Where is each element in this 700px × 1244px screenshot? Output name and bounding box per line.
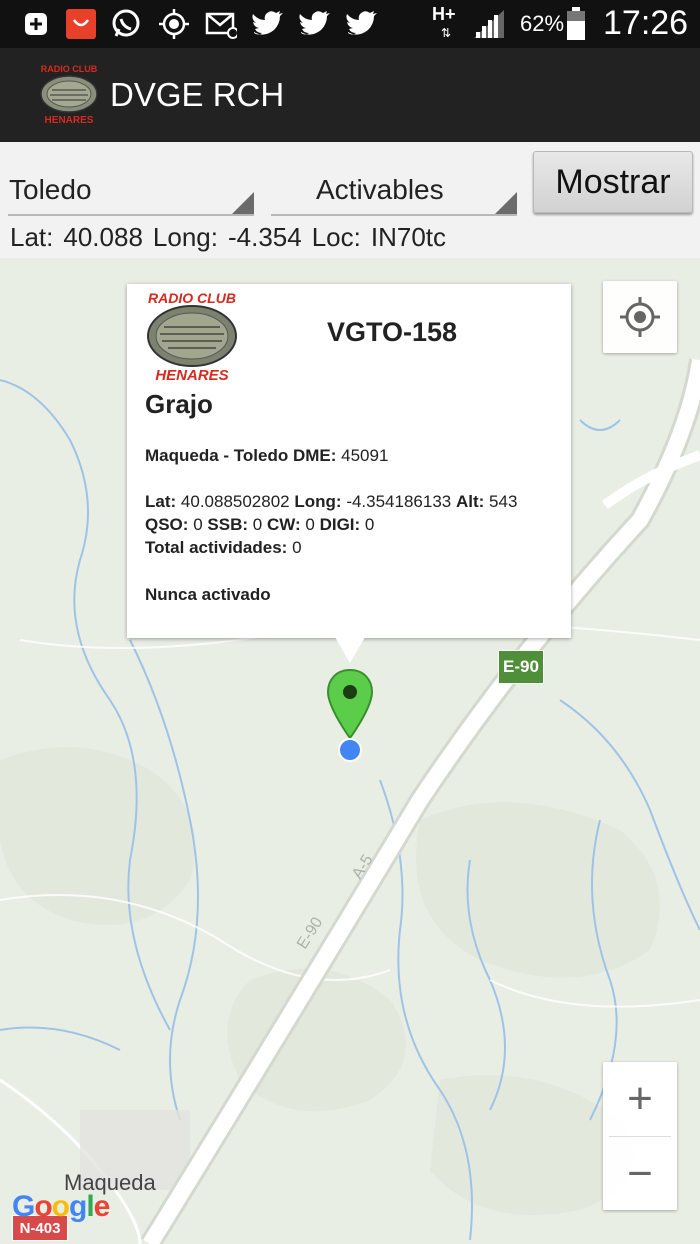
spinner-arrow-icon [495,192,517,214]
show-button[interactable]: Mostrar [533,151,693,213]
twitter-icon [252,8,284,40]
notification-plus-icon [20,8,52,40]
loc-label: Loc: [311,222,361,252]
zoom-out-button[interactable]: − [603,1137,677,1210]
logo-top-text: RADIO CLUB [41,64,98,74]
twitter-icon [346,8,378,40]
dme-label: Maqueda - Toledo DME: [145,446,337,465]
qso-value: 0 [193,515,203,534]
battery-percent: 62% [520,11,565,36]
popup-logo-bottom-text: HENARES [155,367,228,383]
popup-long-value: -4.354186133 [346,492,452,511]
clock: 17:26 [603,4,689,42]
app-logo[interactable]: RADIO CLUB HENARES [38,62,100,126]
aliexpress-app-icon [65,8,97,40]
signal-icon [472,8,504,40]
email-icon [205,8,237,40]
info-window-tail [335,637,365,663]
total-value: 0 [292,538,302,557]
long-value: -4.354 [227,222,302,252]
activation-status-text: Nunca activado [145,585,271,604]
road-shield-e90: E-90 [498,650,544,684]
my-location-dot [338,738,362,762]
long-label: Long: [152,222,218,252]
dme-line: Maqueda - Toledo DME: 45091 [145,446,388,466]
gps-icon [158,8,190,40]
activation-status: Nunca activado [145,585,271,605]
cw-value: 0 [305,515,315,534]
cw-label: CW: [266,515,301,534]
digi-label: DIGI: [319,515,361,534]
type-spinner[interactable]: Activables [271,162,517,216]
vertex-code: VGTO-158 [327,317,458,347]
type-spinner-label: Activables [316,174,444,205]
popup-logo: RADIO CLUB HENARES [144,289,240,384]
province-spinner[interactable]: Toledo [8,162,254,216]
popup-logo-top-text: RADIO CLUB [148,290,236,306]
popup-alt-value: 543 [489,492,518,511]
qso-label: QSO: [145,515,189,534]
my-location-button[interactable] [603,281,677,353]
network-type: H+ [432,4,456,24]
province-spinner-label: Toledo [9,174,92,205]
vertex-name: Grajo [145,389,213,419]
popup-alt-label: Alt: [455,492,485,511]
zoom-in-button[interactable]: + [603,1062,677,1135]
contacts-line: QSO: 0 SSB: 0 CW: 0 DIGI: 0 [145,515,374,535]
total-line: Total actividades: 0 [145,538,302,558]
twitter-icon [299,8,331,40]
loc-value: IN70tc [370,222,447,252]
ssb-value: 0 [252,515,263,534]
logo-bottom-text: HENARES [45,115,94,126]
popup-lat-value: 40.088502802 [180,492,290,511]
battery-icon [565,7,587,40]
app-title: DVGE RCH [110,76,285,113]
popup-lat-label: Lat: [145,492,177,511]
ssb-label: SSB: [207,515,249,534]
google-logo: Google [12,1190,110,1223]
status-bar: H+ ⇅ 62% 17:26 [0,0,700,48]
spinner-arrow-icon [232,192,254,214]
whatsapp-icon [110,8,142,40]
coords-line: Lat: 40.088502802 Long: -4.354186133 Alt… [145,492,517,512]
vertex-marker[interactable] [325,668,375,764]
info-window[interactable]: RADIO CLUB HENARES VGTO-158 Grajo Maqued… [127,284,571,638]
app-bar [0,48,700,142]
digi-value: 0 [364,515,375,534]
zoom-controls: + − [603,1062,677,1210]
data-arrows-icon: ⇅ [440,26,452,40]
lat-label: Lat: [10,222,54,252]
coordinates-row: Lat: 40.088 Long: -4.354 Loc: IN70tc [10,222,456,253]
popup-long-label: Long: [294,492,342,511]
total-label: Total actividades: [145,538,288,557]
lat-value: 40.088 [63,222,143,252]
dme-value: 45091 [341,446,389,465]
crosshair-icon [620,297,660,337]
